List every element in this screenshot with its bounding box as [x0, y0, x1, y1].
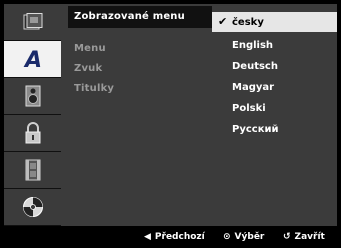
option-german[interactable]: Deutsch — [212, 57, 337, 77]
menu-list: Zobrazované menu Menu Zvuk Titulky — [68, 4, 212, 226]
back-hint[interactable]: ◀ Předchozí — [144, 232, 205, 242]
language-a-icon[interactable]: A — [4, 41, 61, 78]
select-label: Výběr — [234, 232, 265, 242]
left-triangle-icon: ◀ — [144, 232, 151, 242]
menu-item-menu[interactable]: Menu — [68, 38, 212, 60]
disc-info-icon[interactable] — [4, 4, 61, 41]
option-list: ✔ česky English Deutsch Magyar Polski Рус… — [212, 4, 337, 226]
lock-icon[interactable] — [4, 115, 61, 152]
option-label: česky — [232, 17, 264, 28]
close-label: Zavřít — [294, 232, 325, 242]
speaker-icon[interactable] — [4, 78, 61, 115]
return-icon: ↺ — [283, 232, 291, 242]
footer-hints: ◀ Předchozí ⊙ Výběr ↺ Zavřít — [0, 226, 341, 248]
checkmark-icon: ✔ — [218, 15, 228, 28]
option-hungarian[interactable]: Magyar — [212, 78, 337, 98]
svg-text:A: A — [23, 48, 42, 70]
back-label: Předchozí — [154, 232, 205, 242]
option-russian[interactable]: Русский — [212, 120, 337, 140]
menu-item-display-menu[interactable]: Zobrazované menu — [68, 6, 212, 28]
select-hint[interactable]: ⊙ Výběr — [223, 232, 264, 242]
option-english[interactable]: English — [212, 36, 337, 56]
close-hint[interactable]: ↺ Zavřít — [283, 232, 325, 242]
film-strip-icon[interactable] — [4, 152, 61, 189]
circle-select-icon: ⊙ — [223, 232, 231, 242]
disc-icon[interactable] — [4, 189, 61, 226]
category-icon-bar: A — [4, 4, 61, 226]
option-polish[interactable]: Polski — [212, 99, 337, 119]
menu-item-audio[interactable]: Zvuk — [68, 58, 212, 80]
menu-item-subtitles[interactable]: Titulky — [68, 78, 212, 100]
option-czech[interactable]: ✔ česky — [212, 12, 337, 32]
